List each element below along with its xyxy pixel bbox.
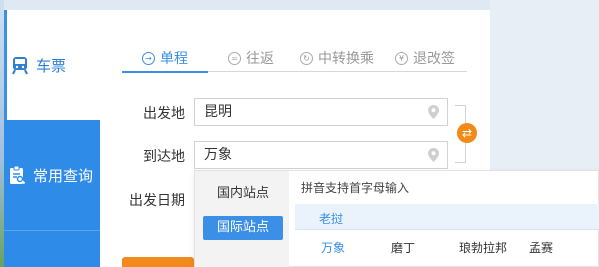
location-pin-icon	[428, 105, 439, 119]
search-button[interactable]	[122, 257, 194, 267]
country-tabs: 老挝	[295, 204, 599, 230]
tab-refund-change[interactable]: ¥ 退改签	[395, 44, 455, 72]
active-tab-underline	[122, 71, 208, 73]
transfer-circle-icon: ↻	[300, 51, 313, 65]
tab-one-way[interactable]: → 单程	[142, 44, 188, 72]
sidebar-item-label: 车票	[36, 56, 67, 75]
city-option[interactable]: 万象	[321, 239, 345, 256]
arrow-right-circle-icon: →	[142, 51, 155, 65]
to-label: 到达地	[143, 149, 185, 165]
clipboard-search-icon	[10, 165, 26, 185]
tab-label: 中转换乘	[318, 51, 374, 67]
sidebar-item-common-query[interactable]: 常用查询	[4, 120, 100, 230]
station-dropdown: 国内站点 国际站点 拼音支持首字母输入 老挝 万象 磨丁 琅勃拉邦 孟赛	[194, 170, 599, 267]
from-station-input[interactable]: 昆明	[194, 98, 448, 126]
tab-transfer[interactable]: ↻ 中转换乘	[300, 44, 374, 72]
city-option[interactable]: 琅勃拉邦	[459, 239, 507, 256]
tab-laos[interactable]: 老挝	[319, 210, 343, 227]
city-option[interactable]: 孟赛	[529, 239, 553, 256]
date-label: 出发日期	[129, 193, 185, 209]
tab-label: 单程	[160, 51, 188, 67]
pinyin-hint: 拼音支持首字母输入	[301, 181, 410, 195]
swap-arrows-icon: ⇄	[461, 126, 473, 140]
refund-circle-icon: ¥	[395, 51, 408, 65]
city-option[interactable]: 磨丁	[391, 239, 415, 256]
location-pin-icon	[428, 148, 439, 162]
sidebar-item-tickets[interactable]: 车票	[4, 10, 100, 120]
from-station-value: 昆明	[204, 104, 232, 120]
category-international[interactable]: 国际站点	[203, 216, 283, 240]
station-category-list: 国内站点 国际站点	[195, 171, 289, 267]
equals-circle-icon: =	[228, 51, 241, 65]
sidebar: 车票 常用查询	[4, 10, 100, 267]
train-icon	[12, 57, 28, 75]
trip-type-tabs: → 单程 = 往返 ↻ 中转换乘 ¥ 退改签	[122, 44, 467, 73]
sidebar-item-label: 常用查询	[33, 166, 94, 185]
sidebar-filler	[4, 230, 100, 267]
tab-label: 往返	[246, 51, 274, 67]
to-station-value: 万象	[204, 147, 232, 163]
tab-round-trip[interactable]: = 往返	[228, 44, 274, 72]
category-domestic[interactable]: 国内站点	[203, 182, 283, 206]
from-label: 出发地	[143, 106, 185, 122]
tab-label: 退改签	[413, 51, 455, 67]
swap-stations-button[interactable]: ⇄	[457, 123, 477, 143]
to-station-input[interactable]: 万象	[194, 141, 448, 169]
